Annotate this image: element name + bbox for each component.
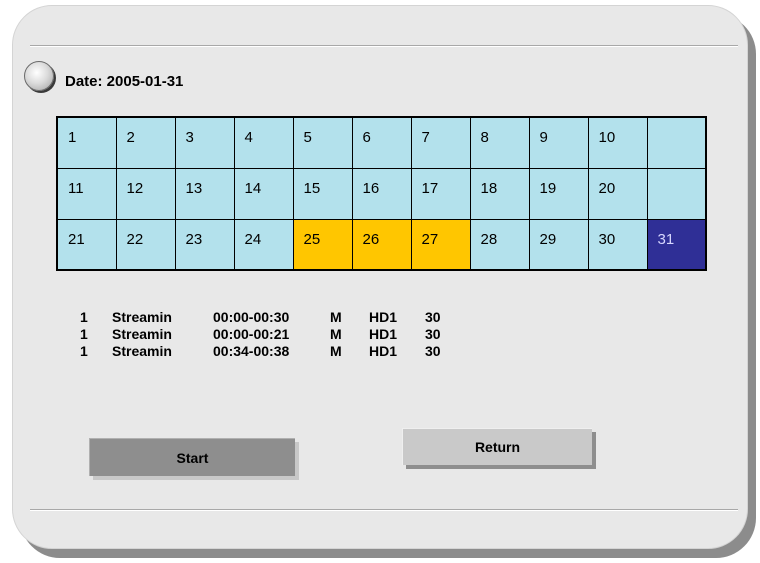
calendar-empty-cell bbox=[646, 116, 707, 169]
calendar-day-29[interactable]: 29 bbox=[528, 218, 589, 271]
recording-no: 1 bbox=[80, 326, 88, 342]
recording-no: 1 bbox=[80, 343, 88, 359]
calendar-day-11[interactable]: 11 bbox=[56, 167, 117, 220]
calendar-row: 11 12 13 14 15 16 17 18 19 20 bbox=[56, 167, 707, 220]
recording-mode: M bbox=[330, 343, 342, 359]
calendar-day-1[interactable]: 1 bbox=[56, 116, 117, 169]
day-calendar-grid: 1 2 3 4 5 6 7 8 9 10 11 12 13 14 15 16 17 18 19 20 21 22 23 24 2… bbox=[56, 116, 707, 271]
calendar-day-31[interactable]: 31 bbox=[646, 218, 707, 271]
recording-row[interactable]: 1 Streamin 00:34-00:38 M HD1 30 bbox=[80, 343, 441, 360]
recording-time: 00:00-00:30 bbox=[213, 309, 290, 325]
calendar-day-28[interactable]: 28 bbox=[469, 218, 530, 271]
calendar-day-9[interactable]: 9 bbox=[528, 116, 589, 169]
date-radio-icon[interactable] bbox=[24, 61, 54, 91]
calendar-day-27[interactable]: 27 bbox=[410, 218, 471, 271]
calendar-day-19[interactable]: 19 bbox=[528, 167, 589, 220]
return-button[interactable]: Return bbox=[402, 428, 592, 465]
calendar-day-12[interactable]: 12 bbox=[115, 167, 176, 220]
calendar-day-5[interactable]: 5 bbox=[292, 116, 353, 169]
calendar-day-24[interactable]: 24 bbox=[233, 218, 294, 271]
recording-type: Streamin bbox=[112, 343, 172, 359]
calendar-day-15[interactable]: 15 bbox=[292, 167, 353, 220]
calendar-day-17[interactable]: 17 bbox=[410, 167, 471, 220]
calendar-day-25[interactable]: 25 bbox=[292, 218, 353, 271]
calendar-row: 21 22 23 24 25 26 27 28 29 30 31 bbox=[56, 218, 707, 271]
calendar-row: 1 2 3 4 5 6 7 8 9 10 bbox=[56, 116, 707, 169]
recording-type: Streamin bbox=[112, 326, 172, 342]
recording-list: 1 Streamin 00:00-00:30 M HD1 30 1 Streamin 00:00… bbox=[80, 309, 441, 360]
recording-mode: M bbox=[330, 309, 342, 325]
calendar-day-10[interactable]: 10 bbox=[587, 116, 648, 169]
calendar-day-14[interactable]: 14 bbox=[233, 167, 294, 220]
calendar-day-2[interactable]: 2 bbox=[115, 116, 176, 169]
calendar-day-20[interactable]: 20 bbox=[587, 167, 648, 220]
recording-type: Streamin bbox=[112, 309, 172, 325]
calendar-day-16[interactable]: 16 bbox=[351, 167, 412, 220]
recording-cam: HD1 bbox=[369, 326, 398, 342]
calendar-day-23[interactable]: 23 bbox=[174, 218, 235, 271]
calendar-empty-cell bbox=[646, 167, 707, 220]
recording-rate: 30 bbox=[425, 309, 441, 325]
recording-time: 00:00-00:21 bbox=[213, 326, 290, 342]
calendar-day-4[interactable]: 4 bbox=[233, 116, 294, 169]
calendar-day-13[interactable]: 13 bbox=[174, 167, 235, 220]
calendar-day-6[interactable]: 6 bbox=[351, 116, 412, 169]
calendar-day-8[interactable]: 8 bbox=[469, 116, 530, 169]
start-button[interactable]: Start bbox=[89, 438, 295, 476]
calendar-day-26[interactable]: 26 bbox=[351, 218, 412, 271]
calendar-day-30[interactable]: 30 bbox=[587, 218, 648, 271]
top-divider bbox=[30, 45, 738, 47]
calendar-day-21[interactable]: 21 bbox=[56, 218, 117, 271]
recording-cam: HD1 bbox=[369, 343, 398, 359]
recording-cam: HD1 bbox=[369, 309, 398, 325]
date-label: Date: 2005-01-31 bbox=[65, 73, 184, 90]
calendar-day-7[interactable]: 7 bbox=[410, 116, 471, 169]
bottom-divider bbox=[30, 509, 738, 511]
recording-rate: 30 bbox=[425, 343, 441, 359]
recording-mode: M bbox=[330, 326, 342, 342]
calendar-day-22[interactable]: 22 bbox=[115, 218, 176, 271]
recording-row[interactable]: 1 Streamin 00:00-00:21 M HD1 30 bbox=[80, 326, 441, 343]
recording-no: 1 bbox=[80, 309, 88, 325]
recording-row[interactable]: 1 Streamin 00:00-00:30 M HD1 30 bbox=[80, 309, 441, 326]
recording-rate: 30 bbox=[425, 326, 441, 342]
recording-time: 00:34-00:38 bbox=[213, 343, 290, 359]
calendar-day-18[interactable]: 18 bbox=[469, 167, 530, 220]
calendar-day-3[interactable]: 3 bbox=[174, 116, 235, 169]
